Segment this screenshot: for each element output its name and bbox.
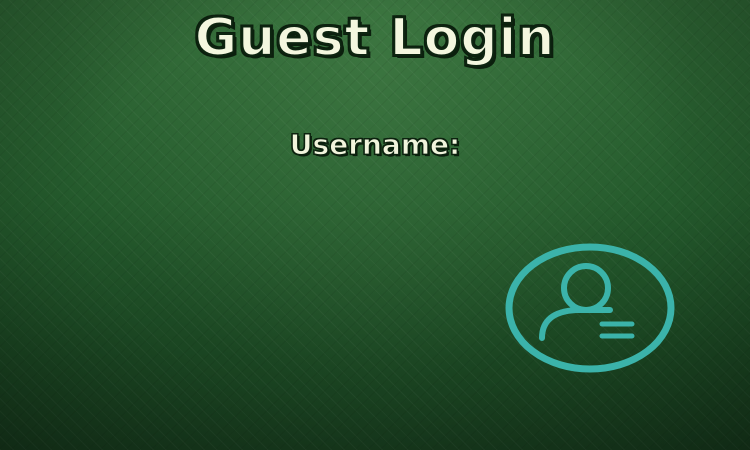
username-label: Username: [289,128,461,162]
user-profile-button[interactable] [504,242,676,374]
page-title: Guest Login [194,7,556,69]
user-profile-icon [505,243,675,373]
